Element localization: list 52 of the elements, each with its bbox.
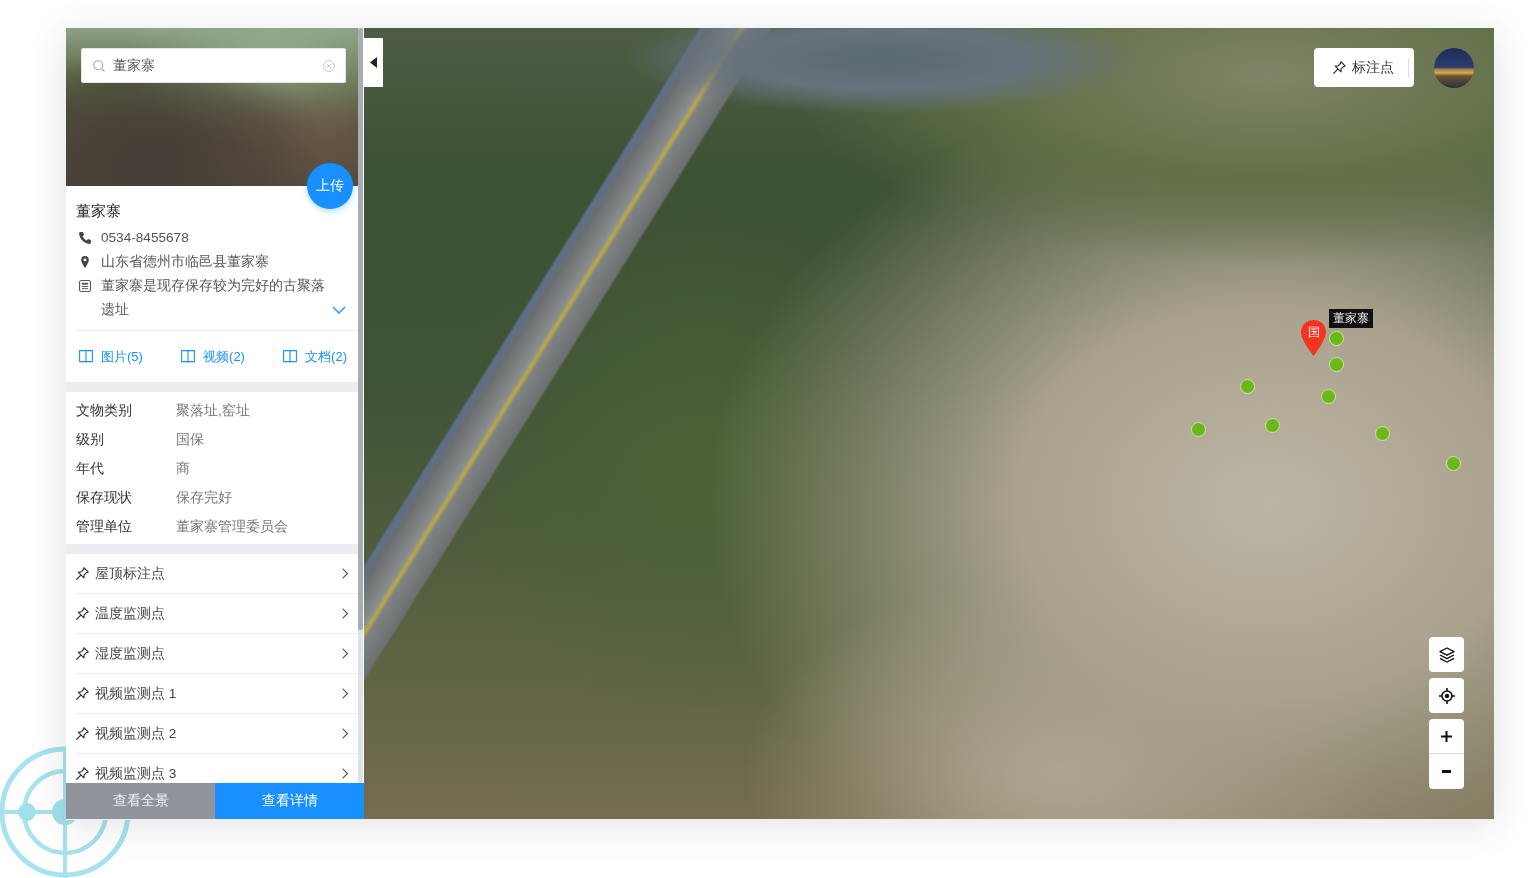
pushpin-icon (76, 647, 89, 660)
chevron-right-icon (342, 568, 348, 579)
chevron-right-icon (342, 768, 348, 779)
layers-icon (1438, 646, 1455, 663)
expand-button[interactable] (332, 305, 346, 315)
annotate-button[interactable]: 标注点 (1314, 48, 1414, 87)
minus-icon (1442, 770, 1451, 773)
locate-button[interactable] (1429, 678, 1464, 713)
pushpin-icon (76, 567, 89, 580)
place-info-text: 山东省德州市临邑县董家寨 (101, 253, 270, 271)
chevron-right-icon (342, 608, 348, 619)
document-icon (79, 280, 91, 292)
phone-icon (79, 232, 91, 244)
attribute-value: 董家寨管理委员会 (176, 517, 288, 536)
attribute-value: 商 (176, 459, 190, 478)
pushpin-icon (76, 767, 89, 780)
attribute-label: 管理单位 (76, 517, 133, 536)
search-icon (93, 59, 105, 72)
plus-icon (1441, 730, 1452, 742)
chevron-right-icon (342, 648, 348, 659)
book-icon (79, 350, 93, 363)
collapse-button[interactable] (364, 38, 383, 87)
landmark-label: 董家寨 (1329, 309, 1373, 328)
chevron-down-icon (332, 305, 346, 315)
attribute-value: 保存完好 (176, 488, 232, 507)
scrollbar-thumb[interactable] (358, 28, 363, 630)
zoom-in-button[interactable] (1429, 719, 1464, 754)
book-icon (181, 350, 196, 363)
book-icon (283, 350, 298, 363)
place-title: 董家寨 (76, 201, 122, 221)
attribute-label: 保存现状 (76, 488, 133, 507)
pushpin-icon (76, 687, 89, 700)
clear-icon[interactable] (323, 59, 335, 72)
chevron-right-icon (342, 688, 348, 699)
pushpin-icon (76, 607, 89, 620)
chevron-right-icon (342, 728, 348, 739)
locate-icon (1438, 687, 1455, 704)
landmark-pin[interactable]: 国 (1300, 319, 1327, 357)
attribute-label: 文物类别 (76, 401, 133, 420)
attribute-value: 聚落址,窑址 (176, 401, 250, 420)
place-info-text: 0534-8455678 (101, 229, 190, 247)
search-field[interactable]: 董家寨 (81, 48, 346, 83)
zoom-out-button[interactable] (1429, 754, 1464, 789)
attribute-value: 国保 (176, 430, 204, 449)
attribute-label: 年代 (76, 459, 105, 478)
place-info-text: 董家寨是现存保存较为完好的古聚落遗址 (101, 277, 326, 319)
location-pin-icon (79, 256, 91, 268)
caret-left-icon (370, 57, 377, 68)
pushpin-icon (1333, 61, 1346, 74)
pushpin-icon (76, 727, 89, 740)
attribute-label: 级别 (76, 430, 105, 449)
layers-button[interactable] (1429, 637, 1464, 672)
